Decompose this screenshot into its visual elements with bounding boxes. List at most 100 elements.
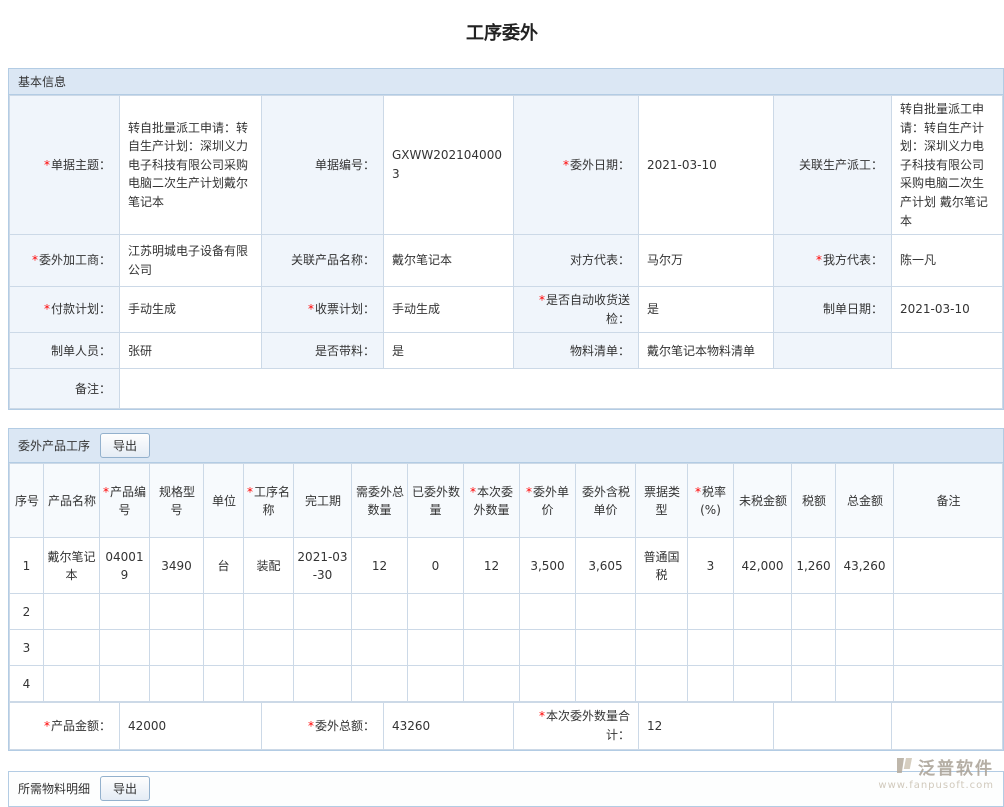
field-create-date-label: 制单日期： bbox=[774, 287, 892, 333]
totals-row: *产品金额： 42000 *委外总额： 43260 *本次委外数量合计： 12 bbox=[10, 703, 1003, 749]
col-product-name: 产品名称 bbox=[44, 464, 100, 538]
field-empty-label bbox=[774, 333, 892, 369]
field-invoice-plan-label: *收票计划： bbox=[262, 287, 384, 333]
col-label: 税率(%) bbox=[700, 485, 726, 517]
cell bbox=[894, 594, 1003, 630]
cell bbox=[352, 666, 408, 702]
cell bbox=[836, 630, 894, 666]
export-process-button[interactable]: 导出 bbox=[100, 433, 150, 458]
field-counterpart-rep-label: 对方代表： bbox=[514, 235, 639, 287]
label-text: 是否自动收货送检： bbox=[546, 293, 630, 326]
cell bbox=[734, 630, 792, 666]
field-payment-plan-value: 手动生成 bbox=[120, 287, 262, 333]
cell: 3 bbox=[688, 538, 734, 594]
label-text: 本次委外数量合计： bbox=[546, 709, 630, 742]
cell bbox=[576, 666, 636, 702]
field-our-rep-label: *我方代表： bbox=[774, 235, 892, 287]
cell bbox=[520, 666, 576, 702]
cell bbox=[150, 594, 204, 630]
table-row: 4 bbox=[10, 666, 1003, 702]
label-text: 收票计划： bbox=[315, 302, 375, 316]
cell: 3,605 bbox=[576, 538, 636, 594]
cell: 3 bbox=[10, 630, 44, 666]
table-row: 1 戴尔笔记本 040019 3490 台 装配 2021-03-30 12 0… bbox=[10, 538, 1003, 594]
cell: 040019 bbox=[100, 538, 150, 594]
product-amount-label: *产品金额： bbox=[10, 703, 120, 749]
basic-row-3: *付款计划： 手动生成 *收票计划： 手动生成 *是否自动收货送检： 是 制单日… bbox=[10, 287, 1003, 333]
cell bbox=[100, 666, 150, 702]
required-mark: * bbox=[32, 253, 38, 267]
cell bbox=[836, 594, 894, 630]
cell bbox=[520, 594, 576, 630]
cell bbox=[792, 594, 836, 630]
basic-info-section: 基本信息 *单据主题： 转自批量派工申请：转自生产计划：深圳义力电子科技有限公司… bbox=[8, 68, 1004, 410]
cell bbox=[44, 594, 100, 630]
label-text: 产品金额： bbox=[51, 719, 111, 733]
process-section-title: 委外产品工序 bbox=[18, 437, 90, 454]
cell bbox=[464, 630, 520, 666]
required-mark: * bbox=[816, 253, 822, 267]
watermark-brand-row: 泛普软件 bbox=[878, 754, 994, 779]
cell bbox=[352, 630, 408, 666]
cell bbox=[894, 666, 1003, 702]
materials-section-title: 所需物料明细 bbox=[18, 780, 90, 797]
cell bbox=[792, 666, 836, 702]
label-text: 付款计划： bbox=[51, 302, 111, 316]
col-label: 单位 bbox=[212, 494, 236, 508]
materials-header-bar: 所需物料明细 导出 bbox=[9, 772, 1003, 806]
field-doc-subject-label: *单据主题： bbox=[10, 96, 120, 235]
field-related-dispatch-label: 关联生产派工： bbox=[774, 96, 892, 235]
col-total-needed-qty: 需委外总数量 bbox=[352, 464, 408, 538]
required-mark: * bbox=[44, 302, 50, 316]
cell bbox=[204, 630, 244, 666]
col-label: 总金额 bbox=[847, 494, 883, 508]
field-auto-inspection-label: *是否自动收货送检： bbox=[514, 287, 639, 333]
label-text: 我方代表： bbox=[823, 253, 883, 267]
cell bbox=[734, 594, 792, 630]
fanpu-logo-icon bbox=[894, 757, 914, 777]
field-outsource-date-label: *委外日期： bbox=[514, 96, 639, 235]
cell: 12 bbox=[352, 538, 408, 594]
cell bbox=[520, 630, 576, 666]
required-mark: * bbox=[247, 485, 253, 499]
export-materials-button[interactable]: 导出 bbox=[100, 776, 150, 801]
field-empty-value bbox=[892, 333, 1003, 369]
col-untaxed-amount: 未税金额 bbox=[734, 464, 792, 538]
basic-row-4: 制单人员： 张研 是否带料： 是 物料清单： 戴尔笔记本物料清单 bbox=[10, 333, 1003, 369]
field-processor-label: *委外加工商： bbox=[10, 235, 120, 287]
table-row: 3 bbox=[10, 630, 1003, 666]
field-invoice-plan-value: 手动生成 bbox=[384, 287, 514, 333]
cell bbox=[636, 594, 688, 630]
col-label: 产品名称 bbox=[48, 494, 96, 508]
materials-section: 所需物料明细 导出 bbox=[8, 771, 1004, 807]
required-mark: * bbox=[539, 293, 545, 307]
table-row: 2 bbox=[10, 594, 1003, 630]
cell bbox=[576, 594, 636, 630]
process-section: 委外产品工序 导出 序号 产品名称 *产品编号 规格型号 单位 *工序名称 完 bbox=[8, 428, 1004, 750]
required-mark: * bbox=[526, 485, 532, 499]
cell: 3490 bbox=[150, 538, 204, 594]
col-label: 本次委外数量 bbox=[473, 485, 513, 517]
watermark-brand: 泛普软件 bbox=[918, 754, 994, 779]
cell bbox=[294, 666, 352, 702]
cell bbox=[100, 630, 150, 666]
col-label: 税额 bbox=[802, 494, 826, 508]
col-label: 产品编号 bbox=[110, 485, 146, 517]
field-doc-number-label: 单据编号： bbox=[262, 96, 384, 235]
page: 工序委外 基本信息 *单据主题： 转自批量派工申请：转自生产计划：深圳义力电子科… bbox=[0, 0, 1004, 807]
cell bbox=[44, 666, 100, 702]
cell: 2021-03-30 bbox=[294, 538, 352, 594]
cell bbox=[408, 666, 464, 702]
cell bbox=[352, 594, 408, 630]
cell bbox=[792, 630, 836, 666]
col-tax-amount: 税额 bbox=[792, 464, 836, 538]
cell bbox=[734, 666, 792, 702]
cell bbox=[44, 630, 100, 666]
label-text: 委外日期： bbox=[570, 158, 630, 172]
col-remark: 备注 bbox=[894, 464, 1003, 538]
cell bbox=[100, 594, 150, 630]
cell bbox=[204, 666, 244, 702]
field-creator-value: 张研 bbox=[120, 333, 262, 369]
field-processor-value: 江苏明城电子设备有限公司 bbox=[120, 235, 262, 287]
label-text: 是否带料： bbox=[315, 344, 375, 358]
